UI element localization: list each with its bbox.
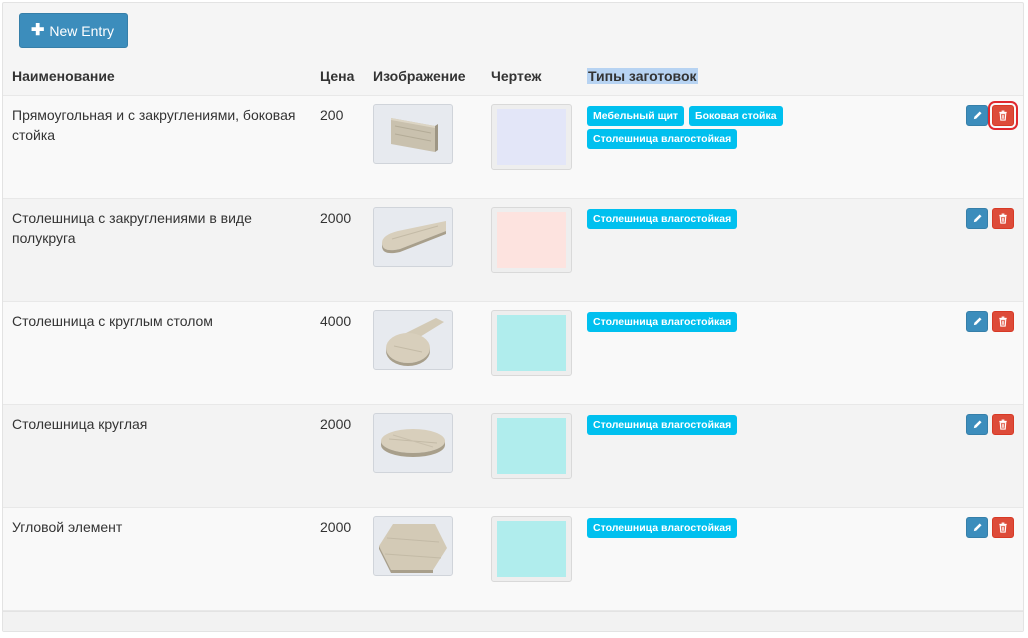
row-actions (966, 310, 1014, 332)
entry-name: Столешница круглая (12, 415, 148, 432)
edit-button[interactable] (966, 413, 988, 435)
pencil-icon (972, 213, 983, 224)
edit-button[interactable] (966, 310, 988, 332)
drawing-thumbnail[interactable] (491, 103, 572, 170)
drawing-thumbnail[interactable] (491, 309, 572, 376)
delete-button[interactable] (992, 310, 1014, 332)
type-tag: Боковая стойка (689, 105, 783, 126)
entry-price: 4000 (320, 312, 352, 329)
type-tag: Столешница влагостойкая (587, 128, 738, 149)
table-row: Столешница с закруглениями в виде полукр… (3, 198, 1023, 301)
trash-icon (998, 419, 1008, 430)
table-row: Прямоугольная и с закруглениями, боковая… (3, 95, 1023, 198)
entry-name: Столешница с закруглениями в виде полукр… (12, 209, 252, 246)
countertop-round-table-image[interactable] (373, 309, 453, 370)
new-entry-button[interactable]: ✚ New Entry (19, 13, 128, 48)
corner-element-image[interactable] (373, 515, 453, 576)
rounded-countertop-image[interactable] (373, 206, 453, 267)
type-tags: Столешница влагостойкая (587, 414, 817, 435)
entry-name: Угловой элемент (12, 518, 123, 535)
type-tag: Столешница влагостойкая (587, 414, 738, 435)
pencil-icon (972, 316, 983, 327)
column-header-price[interactable]: Цена (320, 59, 373, 96)
type-tags: Мебельный щит Боковая стойка Столешница вл… (587, 105, 817, 149)
entry-price: 2000 (320, 518, 352, 535)
entry-price: 200 (320, 106, 344, 123)
column-header-drawing[interactable]: Чертеж (491, 59, 587, 96)
type-tag: Мебельный щит (587, 105, 685, 126)
entry-price: 2000 (320, 209, 352, 226)
drawing-preview (497, 417, 566, 474)
drawing-preview (497, 314, 566, 371)
type-tag: Столешница влагостойкая (587, 311, 738, 332)
delete-button[interactable] (992, 413, 1014, 435)
edit-button[interactable] (966, 104, 988, 126)
trash-icon (998, 213, 1008, 224)
row-actions (966, 100, 1018, 130)
column-header-types[interactable]: Типы заготовок (587, 59, 937, 96)
selected-text-highlight: Типы заготовок (587, 67, 698, 84)
type-tags: Столешница влагостойкая (587, 208, 817, 229)
new-entry-label: New Entry (49, 22, 114, 39)
trash-icon (998, 110, 1008, 121)
pencil-icon (972, 110, 983, 121)
column-header-image[interactable]: Изображение (373, 59, 491, 96)
row-actions (966, 516, 1014, 538)
trash-icon (998, 522, 1008, 533)
drawing-preview (497, 520, 566, 577)
drawing-thumbnail[interactable] (491, 515, 572, 582)
delete-button[interactable] (992, 207, 1014, 229)
type-tags: Столешница влагостойкая (587, 311, 817, 332)
drawing-preview (497, 108, 566, 165)
delete-button[interactable] (992, 516, 1014, 538)
entry-name: Прямоугольная и с закруглениями, боковая… (12, 106, 296, 143)
content-panel: ✚ New Entry Наименование Цена Изображени… (2, 2, 1024, 632)
table-footer (3, 611, 1023, 631)
delete-button[interactable] (988, 100, 1018, 130)
round-countertop-image[interactable] (373, 412, 453, 473)
column-header-actions (936, 59, 1023, 96)
entries-table: Наименование Цена Изображение Чертеж Тип… (3, 59, 1023, 611)
type-tag: Столешница влагостойкая (587, 208, 738, 229)
drawing-thumbnail[interactable] (491, 412, 572, 479)
entry-name: Столешница с круглым столом (12, 312, 213, 329)
drawing-preview (497, 211, 566, 268)
pencil-icon (972, 522, 983, 533)
type-tags: Столешница влагостойкая (587, 517, 817, 538)
table-row: Угловой элемент 2000 Столешница влагосто… (3, 507, 1023, 610)
table-header-row: Наименование Цена Изображение Чертеж Тип… (3, 59, 1023, 96)
trash-icon (998, 316, 1008, 327)
toolbar: ✚ New Entry (3, 3, 1023, 59)
pencil-icon (972, 419, 983, 430)
type-tag: Столешница влагостойкая (587, 517, 738, 538)
table-row: Столешница с круглым столом 4000 Столешн… (3, 301, 1023, 404)
column-header-name[interactable]: Наименование (3, 59, 320, 96)
table-row: Столешница круглая 2000 Столешница влаго… (3, 404, 1023, 507)
rectangular-board-image[interactable] (373, 103, 453, 164)
row-actions (966, 413, 1014, 435)
entry-price: 2000 (320, 415, 352, 432)
row-actions (966, 207, 1014, 229)
edit-button[interactable] (966, 207, 988, 229)
drawing-thumbnail[interactable] (491, 206, 572, 273)
edit-button[interactable] (966, 516, 988, 538)
plus-icon: ✚ (31, 21, 45, 39)
